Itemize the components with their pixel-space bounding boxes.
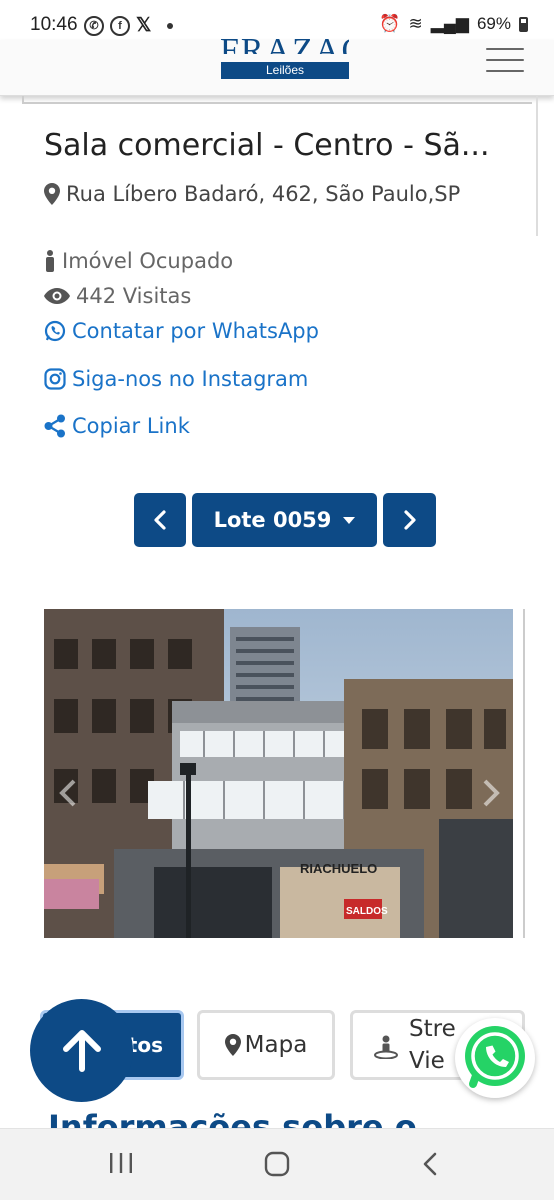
wifi-icon: ≋ [408, 14, 423, 33]
occupancy-text: Imóvel Ocupado [62, 249, 234, 273]
tab-mapa[interactable]: Mapa [197, 1010, 335, 1080]
scroll-indicator [536, 96, 538, 236]
share-icon [44, 414, 65, 438]
chevron-left-icon [154, 510, 166, 530]
facebook-notification-icon: f [110, 15, 130, 36]
battery-percent: 69% [476, 14, 511, 33]
whatsapp-link-text[interactable]: Contatar por WhatsApp [72, 319, 319, 343]
whatsapp-icon [465, 1026, 525, 1088]
lot-select-dropdown[interactable]: Lote 0059 [192, 493, 377, 547]
battery-icon [519, 16, 528, 32]
home-icon[interactable] [264, 1151, 290, 1181]
map-marker-icon [224, 1034, 241, 1056]
status-time: 10:46 [30, 14, 78, 35]
copy-link-text[interactable]: Copiar Link [72, 414, 190, 438]
caret-down-icon [343, 516, 356, 524]
scroll-to-top-button[interactable] [30, 999, 133, 1102]
whatsapp-notification-icon: ✆ [84, 15, 104, 36]
card-border-bottom [22, 102, 532, 104]
arrow-up-icon [62, 1029, 101, 1072]
address-row: Rua Líbero Badaró, 462, São Paulo,SP [44, 182, 460, 206]
instagram-link[interactable]: Siga-nos no Instagram [44, 367, 308, 391]
instagram-link-text[interactable]: Siga-nos no Instagram [72, 367, 308, 391]
system-navigation-bar [0, 1128, 554, 1200]
riachuelo-sign: RIACHUELO [300, 861, 377, 876]
carousel-next-slide-edge [523, 609, 525, 938]
next-lot-button[interactable] [383, 493, 436, 547]
instagram-icon [44, 368, 66, 390]
recent-apps-icon[interactable] [108, 1151, 134, 1179]
tab-street-label-1: Stre [409, 1016, 456, 1042]
x-notification-icon: 𝕏 [136, 15, 152, 36]
building-photo: RIACHUELO SALDOS [44, 609, 513, 938]
tab-street-label-2: Vie [409, 1048, 445, 1074]
saldos-sign: SALDOS [346, 906, 388, 917]
tab-mapa-label: Mapa [244, 1032, 308, 1058]
whatsapp-icon [44, 320, 66, 342]
logo-subtitle[interactable]: Leilões [221, 62, 349, 79]
occupancy-row: Imóvel Ocupado [44, 249, 233, 273]
whatsapp-contact-link[interactable]: Contatar por WhatsApp [44, 319, 319, 343]
more-notifications-icon [167, 22, 174, 29]
copy-link[interactable]: Copiar Link [44, 414, 190, 438]
address-text: Rua Líbero Badaró, 462, São Paulo,SP [66, 182, 461, 206]
eye-icon [44, 288, 70, 304]
lot-select-label: Lote 0059 [213, 508, 332, 532]
logo-wordmark[interactable]: FRAZAO [220, 34, 349, 54]
back-icon[interactable] [420, 1151, 442, 1181]
tab-fotos-label: tos [127, 1033, 163, 1057]
property-photo-carousel[interactable]: RIACHUELO SALDOS [44, 609, 513, 938]
hamburger-menu-icon[interactable] [486, 48, 524, 72]
site-header: FRAZAO Leilões [0, 34, 554, 96]
signal-icon: ▂▄▆ [430, 14, 469, 33]
whatsapp-float-button[interactable] [455, 1018, 535, 1098]
chevron-right-icon [403, 510, 416, 530]
visits-text: 442 Visitas [76, 284, 192, 308]
person-icon [46, 250, 54, 272]
map-marker-icon [44, 183, 60, 205]
alarm-icon: ⏰ [379, 14, 401, 33]
visits-row: 442 Visitas [44, 284, 191, 308]
previous-lot-button[interactable] [134, 493, 186, 547]
listing-title: Sala comercial - Centro - Sã... [44, 128, 490, 163]
street-view-person-icon [374, 1035, 398, 1059]
